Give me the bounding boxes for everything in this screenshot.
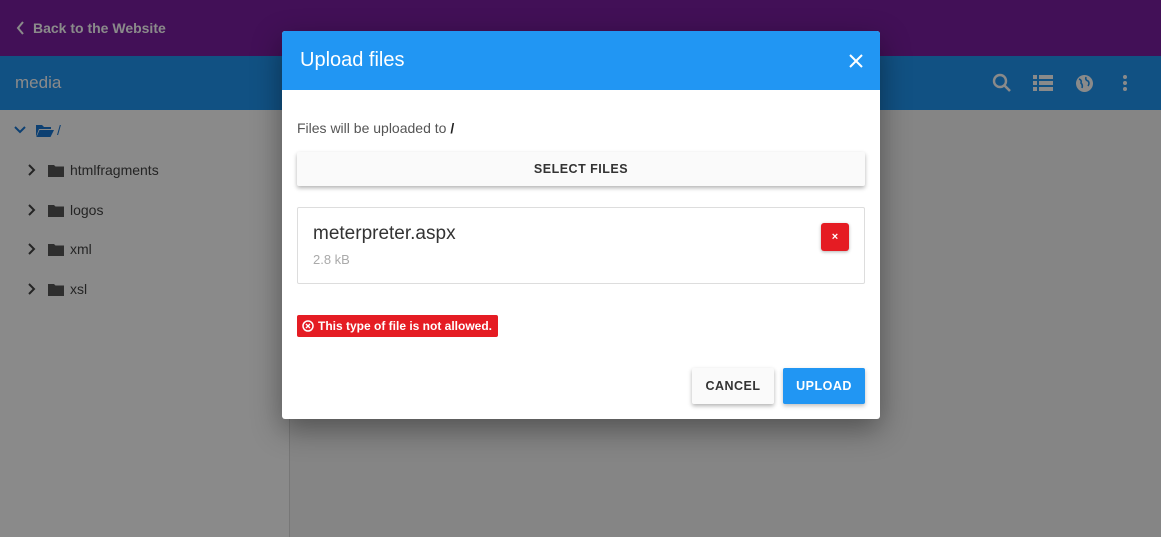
close-button[interactable] [846,51,866,71]
file-size: 2.8 kB [313,252,350,267]
upload-destination-path: / [450,120,455,136]
cancel-button[interactable]: CANCEL [692,368,774,404]
file-name: meterpreter.aspx [313,223,456,244]
error-badge: This type of file is not allowed. [297,315,499,337]
error-message: This type of file is not allowed. [318,319,493,333]
close-icon [849,54,863,68]
upload-button[interactable]: UPLOAD [783,368,865,404]
upload-destination: Files will be uploaded to / [297,120,454,136]
select-files-button[interactable]: SELECT FILES [297,152,865,186]
dialog-title: Upload files [300,49,405,71]
upload-dialog: Upload files Files will be uploaded to / … [282,31,880,419]
remove-file-button[interactable]: × [821,223,849,251]
upload-destination-text: Files will be uploaded to [297,120,447,136]
file-card: meterpreter.aspx 2.8 kB × [297,207,865,284]
error-circle-icon [302,320,314,332]
dialog-header: Upload files [282,31,880,90]
